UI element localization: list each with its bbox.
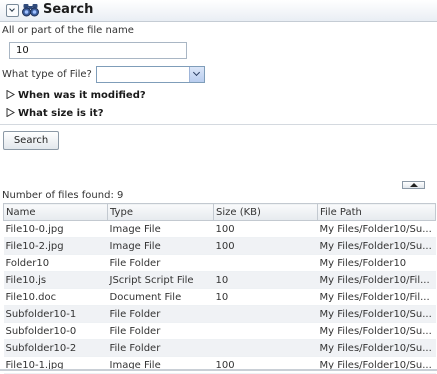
cell-name: File10-0.jpg: [3, 220, 108, 238]
cell-size: [213, 322, 318, 340]
cell-type: Document File: [107, 288, 214, 306]
cell-path: My Files/Folder10/Su...: [317, 237, 436, 255]
table-row[interactable]: File10-0.jpg Image File 100 My Files/Fol…: [3, 220, 436, 238]
page-title: Search: [43, 2, 94, 17]
cell-size: 100: [213, 220, 318, 238]
size-disclosure[interactable]: What size is it?: [6, 107, 104, 119]
cell-type: Image File: [107, 237, 214, 255]
file-type-label: What type of File?: [2, 69, 92, 80]
cell-type: File Folder: [107, 322, 214, 340]
panel-header: Search: [0, 0, 437, 22]
cell-size: 100: [213, 237, 318, 255]
results-table: Name Type Size (KB) File Path File10-0.j…: [3, 203, 436, 374]
dropdown-arrow-icon[interactable]: [189, 67, 204, 82]
cell-name: Folder10: [3, 254, 108, 272]
divider: [0, 124, 437, 125]
table-row[interactable]: Subfolder10-0 File Folder My Files/Folde…: [3, 322, 436, 340]
table-row[interactable]: File10.doc Document File 10 My Files/Fol…: [3, 288, 436, 306]
cell-path: My Files/Folder10/Su...: [317, 339, 436, 357]
search-button[interactable]: Search: [3, 131, 59, 150]
file-type-select[interactable]: [96, 66, 205, 83]
modified-label: When was it modified?: [18, 90, 146, 101]
cell-name: Subfolder10-1: [3, 305, 108, 323]
cell-path: My Files/Folder10/Fil...: [317, 271, 436, 289]
cell-path: My Files/Folder10/Fil...: [317, 288, 436, 306]
cell-type: File Folder: [107, 305, 214, 323]
column-header-type[interactable]: Type: [107, 203, 214, 221]
size-label: What size is it?: [18, 108, 104, 119]
binoculars-icon: [22, 4, 39, 17]
cell-size: 10: [213, 288, 318, 306]
file-name-input[interactable]: [9, 42, 187, 59]
cell-path: My Files/Folder10/Su...: [317, 305, 436, 323]
table-row[interactable]: File10-2.jpg Image File 100 My Files/Fol…: [3, 237, 436, 255]
cell-size: [213, 339, 318, 357]
cell-size: 10: [213, 271, 318, 289]
column-header-size[interactable]: Size (KB): [213, 203, 318, 221]
cell-name: File10.js: [3, 271, 108, 289]
cell-type: File Folder: [107, 339, 214, 357]
table-row[interactable]: Subfolder10-2 File Folder My Files/Folde…: [3, 339, 436, 357]
cell-size: [213, 254, 318, 272]
table-header-row: Name Type Size (KB) File Path: [3, 203, 436, 221]
expand-triangle-icon: [6, 89, 16, 100]
expand-triangle-icon: [6, 107, 16, 118]
column-header-name[interactable]: Name: [3, 203, 108, 221]
cell-path: My Files/Folder10: [317, 254, 436, 272]
table-row[interactable]: File10.js JScript Script File 10 My File…: [3, 271, 436, 289]
cell-type: JScript Script File: [107, 271, 214, 289]
column-header-path[interactable]: File Path: [317, 203, 436, 221]
cell-type: File Folder: [107, 254, 214, 272]
cell-size: [213, 305, 318, 323]
scroll-top-icon[interactable]: [402, 181, 425, 189]
table-row[interactable]: Subfolder10-1 File Folder My Files/Folde…: [3, 305, 436, 323]
cell-name: Subfolder10-0: [3, 322, 108, 340]
cell-path: My Files/Folder10/Su...: [317, 220, 436, 238]
cell-name: File10-2.jpg: [3, 237, 108, 255]
cell-type: Image File: [107, 220, 214, 238]
cell-name: File10.doc: [3, 288, 108, 306]
cell-path: My Files/Folder10/Su...: [317, 322, 436, 340]
results-count: Number of files found: 9: [2, 190, 124, 201]
cell-name: Subfolder10-2: [3, 339, 108, 357]
file-name-label: All or part of the file name: [2, 25, 134, 36]
table-row[interactable]: Folder10 File Folder My Files/Folder10: [3, 254, 436, 272]
collapse-icon[interactable]: [6, 4, 19, 17]
modified-disclosure[interactable]: When was it modified?: [6, 89, 146, 101]
